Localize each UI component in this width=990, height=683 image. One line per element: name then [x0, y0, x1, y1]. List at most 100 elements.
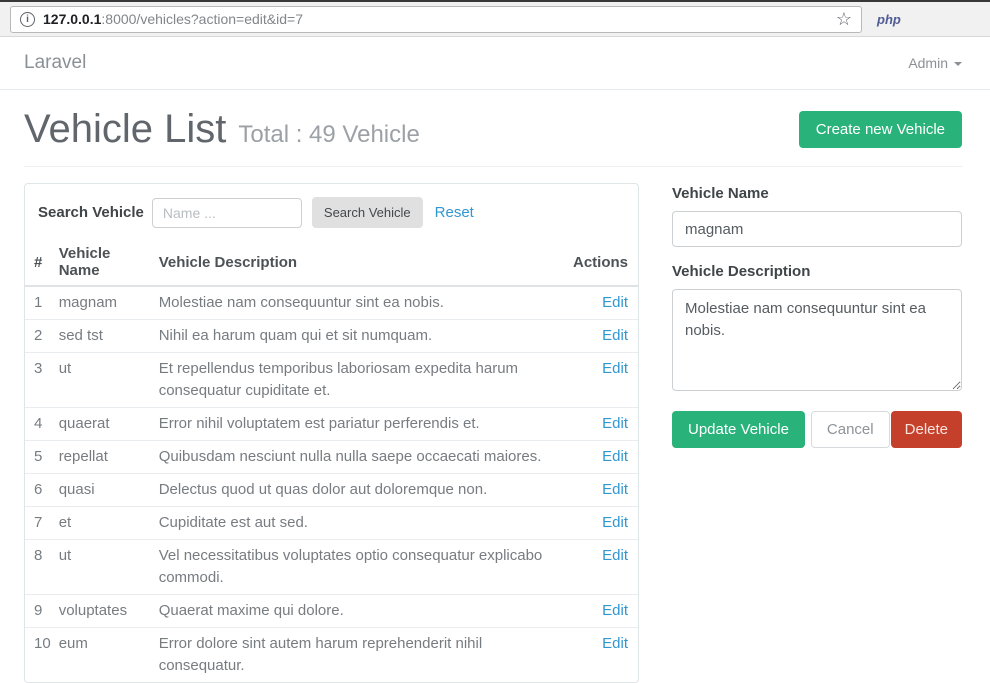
chevron-down-icon: [954, 62, 962, 66]
page-title: Vehicle List: [24, 107, 226, 151]
table-row: 4quaeratError nihil voluptatem est paria…: [25, 408, 638, 441]
vehicle-name-cell: quasi: [59, 474, 159, 507]
vehicle-count: Total : 49 Vehicle: [238, 121, 419, 149]
php-bookmark[interactable]: php: [877, 12, 901, 27]
delete-button[interactable]: Delete: [891, 411, 962, 448]
app-navbar: Laravel Admin: [0, 37, 990, 90]
actions-cell: Edit: [573, 474, 638, 507]
edit-link[interactable]: Edit: [602, 448, 628, 465]
vehicle-description-cell: Delectus quod ut quas dolor aut doloremq…: [159, 474, 573, 507]
reset-link[interactable]: Reset: [435, 204, 474, 221]
column-header-description: Vehicle Description: [159, 240, 573, 286]
actions-cell: Edit: [573, 540, 638, 595]
search-form: Search Vehicle Search Vehicle Reset: [25, 184, 638, 240]
update-vehicle-button[interactable]: Update Vehicle: [672, 411, 805, 448]
vehicle-list-panel: Search Vehicle Search Vehicle Reset # Ve…: [24, 183, 639, 683]
row-index: 5: [25, 441, 59, 474]
edit-link[interactable]: Edit: [602, 327, 628, 344]
user-menu-label: Admin: [908, 55, 948, 71]
vehicle-name-cell: ut: [59, 540, 159, 595]
vehicle-description-label: Vehicle Description: [672, 263, 962, 280]
edit-link[interactable]: Edit: [602, 514, 628, 531]
table-row: 1magnamMolestiae nam consequuntur sint e…: [25, 286, 638, 320]
address-bar[interactable]: i 127.0.0.1:8000/vehicles?action=edit&id…: [10, 6, 862, 33]
create-vehicle-button[interactable]: Create new Vehicle: [799, 111, 962, 148]
row-index: 4: [25, 408, 59, 441]
vehicle-description-cell: Vel necessitatibus voluptates optio cons…: [159, 540, 573, 595]
vehicle-description-cell: Error nihil voluptatem est pariatur perf…: [159, 408, 573, 441]
table-row: 8utVel necessitatibus voluptates optio c…: [25, 540, 638, 595]
edit-link[interactable]: Edit: [602, 294, 628, 311]
url-path: :8000/vehicles?action=edit&id=7: [101, 11, 303, 27]
vehicle-description-cell: Quaerat maxime qui dolore.: [159, 595, 573, 628]
vehicle-description-cell: Cupiditate est aut sed.: [159, 507, 573, 540]
search-button[interactable]: Search Vehicle: [312, 197, 423, 228]
row-index: 6: [25, 474, 59, 507]
user-menu-dropdown[interactable]: Admin: [908, 55, 962, 71]
site-info-icon[interactable]: i: [20, 12, 35, 27]
row-index: 9: [25, 595, 59, 628]
vehicle-name-input[interactable]: [672, 211, 962, 247]
vehicle-description-cell: Nihil ea harum quam qui et sit numquam.: [159, 320, 573, 353]
table-row: 2sed tstNihil ea harum quam qui et sit n…: [25, 320, 638, 353]
edit-vehicle-form: Vehicle Name Vehicle Description Molesti…: [672, 183, 962, 448]
vehicle-table: # Vehicle Name Vehicle Description Actio…: [25, 240, 638, 682]
table-row: 6quasiDelectus quod ut quas dolor aut do…: [25, 474, 638, 507]
table-row: 7etCupiditate est aut sed. Edit: [25, 507, 638, 540]
vehicle-name-cell: repellat: [59, 441, 159, 474]
header-divider: [24, 166, 962, 167]
vehicle-table-body: 1magnamMolestiae nam consequuntur sint e…: [25, 286, 638, 682]
cancel-button[interactable]: Cancel: [811, 411, 890, 448]
vehicle-name-cell: voluptates: [59, 595, 159, 628]
search-input[interactable]: [152, 198, 302, 228]
vehicle-name-cell: et: [59, 507, 159, 540]
table-row: 3utEt repellendus temporibus laboriosam …: [25, 353, 638, 408]
row-index: 7: [25, 507, 59, 540]
vehicle-name-label: Vehicle Name: [672, 185, 962, 202]
vehicle-name-cell: ut: [59, 353, 159, 408]
vehicle-description-cell: Error dolore sint autem harum reprehende…: [159, 628, 573, 683]
column-header-actions: Actions: [573, 240, 638, 286]
edit-link[interactable]: Edit: [602, 360, 628, 377]
edit-link[interactable]: Edit: [602, 547, 628, 564]
vehicle-description-cell: Molestiae nam consequuntur sint ea nobis…: [159, 286, 573, 320]
row-index: 10: [25, 628, 59, 683]
browser-toolbar: i 127.0.0.1:8000/vehicles?action=edit&id…: [0, 0, 990, 37]
vehicle-description-textarea[interactable]: Molestiae nam consequuntur sint ea nobis…: [672, 289, 962, 391]
edit-link[interactable]: Edit: [602, 635, 628, 652]
bookmark-star-icon[interactable]: ☆: [836, 10, 852, 28]
page-content: Vehicle List Total : 49 Vehicle Create n…: [0, 107, 990, 683]
vehicle-name-cell: eum: [59, 628, 159, 683]
vehicle-description-cell: Quibusdam nesciunt nulla nulla saepe occ…: [159, 441, 573, 474]
row-index: 2: [25, 320, 59, 353]
actions-cell: Edit: [573, 507, 638, 540]
url-host: 127.0.0.1: [43, 11, 101, 27]
title-wrap: Vehicle List Total : 49 Vehicle: [24, 107, 420, 151]
actions-cell: Edit: [573, 320, 638, 353]
actions-cell: Edit: [573, 353, 638, 408]
table-row: 5repellatQuibusdam nesciunt nulla nulla …: [25, 441, 638, 474]
form-buttons: Update Vehicle Cancel Delete: [672, 411, 962, 448]
page-header: Vehicle List Total : 49 Vehicle Create n…: [24, 107, 962, 151]
vehicle-name-cell: magnam: [59, 286, 159, 320]
row-index: 1: [25, 286, 59, 320]
actions-cell: Edit: [573, 441, 638, 474]
edit-link[interactable]: Edit: [602, 415, 628, 432]
url-text: 127.0.0.1:8000/vehicles?action=edit&id=7: [43, 11, 303, 27]
edit-link[interactable]: Edit: [602, 602, 628, 619]
search-label: Search Vehicle: [38, 204, 144, 221]
actions-cell: Edit: [573, 408, 638, 441]
edit-link[interactable]: Edit: [602, 481, 628, 498]
table-row: 9voluptatesQuaerat maxime qui dolore. Edi…: [25, 595, 638, 628]
table-row: 10eumError dolore sint autem harum repre…: [25, 628, 638, 683]
brand-link[interactable]: Laravel: [24, 52, 86, 74]
row-index: 8: [25, 540, 59, 595]
vehicle-name-cell: quaerat: [59, 408, 159, 441]
actions-cell: Edit: [573, 286, 638, 320]
table-header-row: # Vehicle Name Vehicle Description Actio…: [25, 240, 638, 286]
actions-cell: Edit: [573, 595, 638, 628]
actions-cell: Edit: [573, 628, 638, 683]
vehicle-description-cell: Et repellendus temporibus laboriosam exp…: [159, 353, 573, 408]
vehicle-name-cell: sed tst: [59, 320, 159, 353]
row-index: 3: [25, 353, 59, 408]
